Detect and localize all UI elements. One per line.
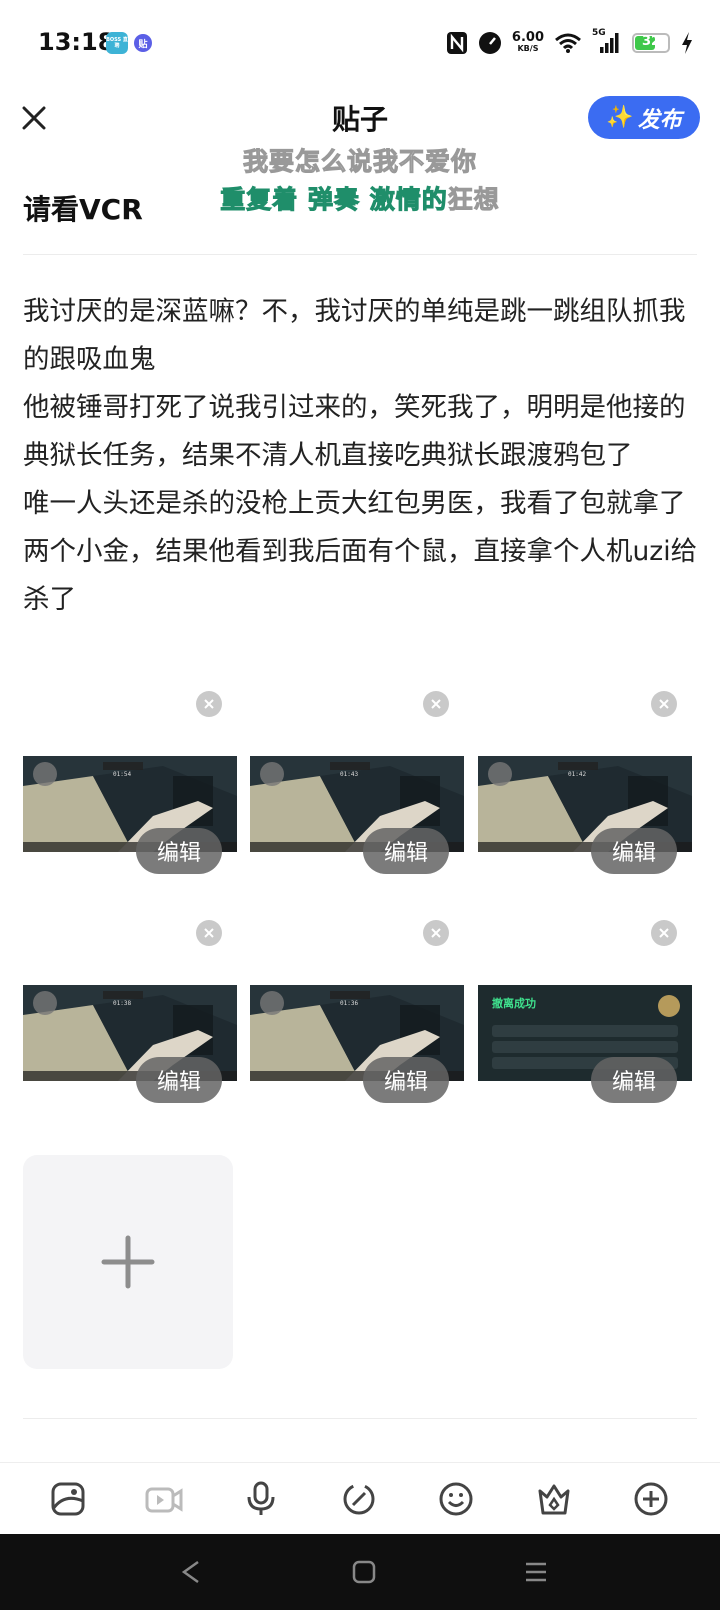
remove-image-button[interactable]	[651, 691, 677, 717]
post-body-input[interactable]: 我讨厌的是深蓝嘛？不，我讨厌的单纯是跳一跳组队抓我的跟吸血鬼 他被锤哥打死了说我…	[23, 288, 703, 624]
battery-level: 32	[641, 34, 661, 49]
close-icon	[431, 928, 441, 938]
network-type-label: 5G	[592, 28, 606, 38]
edit-label: 编辑	[611, 841, 656, 866]
tieba-app-icon: 贴	[134, 34, 152, 52]
game-timer: 01:38	[113, 1000, 132, 1007]
close-icon	[659, 699, 669, 709]
edit-image-button[interactable]: 编辑	[363, 828, 449, 874]
remove-image-button[interactable]	[423, 691, 449, 717]
battery-icon: 32	[632, 33, 670, 53]
emoji-icon[interactable]	[438, 1481, 474, 1517]
game-timer: 01:43	[340, 771, 359, 778]
back-nav-icon[interactable]	[178, 1558, 206, 1586]
lyric-highlight: 重复着 弹奏 激情的	[220, 185, 448, 215]
microphone-icon[interactable]	[243, 1481, 279, 1517]
edit-label: 编辑	[383, 841, 428, 866]
remove-image-button[interactable]	[196, 691, 222, 717]
edit-image-button[interactable]: 编辑	[136, 1057, 222, 1103]
close-icon	[204, 699, 214, 709]
game-timer: 01:36	[340, 1000, 359, 1007]
close-icon	[659, 928, 669, 938]
nfc-icon	[446, 31, 468, 55]
image-icon[interactable]	[50, 1481, 86, 1517]
edit-image-button[interactable]: 编辑	[591, 828, 677, 874]
speedometer-icon	[478, 31, 502, 55]
publish-label: 发布	[637, 107, 682, 133]
edit-label: 编辑	[156, 841, 201, 866]
edit-image-button[interactable]: 编辑	[136, 828, 222, 874]
plus-icon	[101, 1235, 155, 1289]
add-image-button[interactable]	[23, 1155, 233, 1369]
boss-app-label: BOSS 直聘	[106, 37, 128, 49]
edit-label: 编辑	[156, 1070, 201, 1095]
cellular-signal-icon: 5G	[592, 28, 622, 55]
divider	[23, 1418, 697, 1419]
close-icon	[431, 699, 441, 709]
close-icon	[204, 928, 214, 938]
lyric-rest: 狂想	[447, 185, 500, 215]
add-icon[interactable]	[633, 1481, 669, 1517]
wifi-icon	[554, 32, 582, 54]
home-nav-icon[interactable]	[350, 1558, 378, 1586]
badge-icon	[658, 995, 680, 1017]
editor-toolbar	[0, 1462, 720, 1535]
game-timer: 01:54	[113, 771, 132, 778]
remove-image-button[interactable]	[651, 920, 677, 946]
charging-icon	[680, 31, 694, 55]
body-paragraph: 唯一人头还是杀的没枪上贡大红包男医，我看了包就拿了两个小金，结果他看到我后面有个…	[23, 488, 698, 615]
sparkle-icon: ✨	[606, 105, 634, 130]
remove-image-button[interactable]	[423, 920, 449, 946]
header: 贴子 ✨ 发布	[0, 86, 720, 150]
system-navigation-bar	[0, 1534, 720, 1610]
edit-label: 编辑	[383, 1070, 428, 1095]
edit-image-button[interactable]: 编辑	[363, 1057, 449, 1103]
status-bar: 13:18 BOSS 直聘 贴 6.00 KB/S 5G 32	[0, 0, 720, 86]
result-title: 撤离成功	[492, 997, 536, 1010]
body-paragraph: 我讨厌的是深蓝嘛？不，我讨厌的单纯是跳一跳组队抓我的跟吸血鬼	[23, 296, 686, 375]
body-paragraph: 他被锤哥打死了说我引过来的，笑死我了，明明是他接的典狱长任务，结果不清人机直接吃…	[23, 392, 686, 471]
edit-image-button[interactable]: 编辑	[591, 1057, 677, 1103]
status-time: 13:18	[38, 28, 115, 56]
tieba-app-label: 贴	[138, 39, 148, 50]
lyric-line-1: 我要怎么说我不爱你	[242, 147, 477, 177]
divider	[23, 254, 697, 255]
game-timer: 01:42	[568, 771, 587, 778]
video-icon[interactable]	[145, 1481, 183, 1517]
crown-icon[interactable]	[536, 1481, 572, 1517]
boss-app-icon: BOSS 直聘	[106, 32, 128, 54]
recents-nav-icon[interactable]	[522, 1558, 550, 1586]
edit-label: 编辑	[611, 1070, 656, 1095]
network-speed: 6.00 KB/S	[512, 31, 544, 54]
post-title-input[interactable]: 请看VCR	[23, 188, 143, 228]
publish-button[interactable]: ✨ 发布	[588, 96, 700, 139]
remove-image-button[interactable]	[196, 920, 222, 946]
link-icon[interactable]	[341, 1481, 377, 1517]
